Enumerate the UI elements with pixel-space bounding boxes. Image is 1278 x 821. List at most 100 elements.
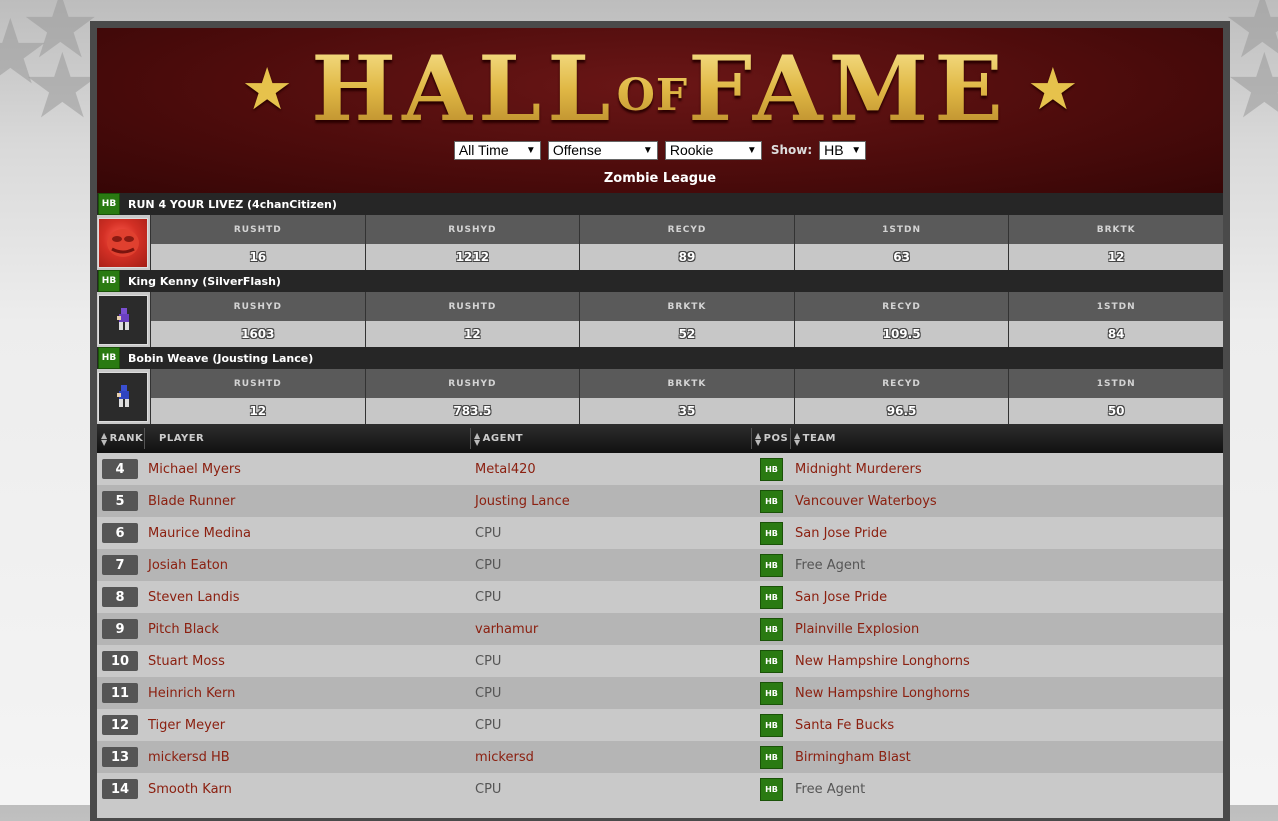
position-badge: HB: [760, 522, 783, 545]
stat-value: 1212: [365, 244, 580, 270]
sort-icon: ▲ ▼: [101, 430, 108, 447]
player-avatar[interactable]: [98, 218, 148, 268]
team-column-header[interactable]: ▲ ▼ TEAM: [794, 424, 836, 453]
hall-of-fame-table: 4 Michael Myers Metal420 HB Midnight Murdere…: [97, 453, 1223, 805]
star-icon: ★: [241, 55, 294, 123]
period-select[interactable]: All Time ▼: [453, 140, 541, 160]
agent-link[interactable]: Jousting Lance: [475, 485, 570, 517]
team-text: Free Agent: [795, 781, 866, 797]
rank-column-header[interactable]: ▲ ▼ RANK: [101, 424, 143, 453]
player-link[interactable]: Stuart Moss: [148, 645, 225, 677]
table-row: 12 Tiger Meyer CPU HB Santa Fe Bucks: [97, 709, 1223, 741]
sort-icon: ▲ ▼: [794, 430, 801, 447]
top-player-card: HB King Kenny (SilverFlash) RUSHYD 1603 R…: [97, 270, 1223, 347]
agent-column-header[interactable]: ▲ ▼ AGENT: [474, 424, 523, 453]
stat-cell: BRKTK 12: [1008, 215, 1223, 270]
top-player-stats: RUSHTD 16 RUSHYD 1212 RECYD 89 1STDN 63 BRKT…: [150, 215, 1223, 270]
team-link[interactable]: Birmingham Blast: [795, 741, 911, 773]
pixel-player-icon: [117, 385, 129, 407]
pepe-face-icon: [107, 229, 139, 257]
agent-link[interactable]: Metal420: [475, 453, 536, 485]
stat-label: RUSHTD: [365, 292, 580, 321]
rank-badge: 5: [102, 491, 138, 511]
player-link[interactable]: Heinrich Kern: [148, 677, 235, 709]
type-select[interactable]: Rookie ▼: [664, 140, 762, 160]
team-link[interactable]: San Jose Pride: [795, 517, 887, 549]
stat-cell: 1STDN 84: [1008, 292, 1223, 347]
stat-label: RUSHYD: [151, 292, 365, 321]
stat-value: 12: [151, 398, 365, 424]
chevron-down-icon: ▼: [851, 144, 862, 156]
stat-cell: BRKTK 35: [579, 369, 794, 424]
position-badge: HB: [760, 586, 783, 609]
team-link[interactable]: New Hampshire Longhorns: [795, 645, 970, 677]
player-link[interactable]: Steven Landis: [148, 581, 240, 613]
team-link[interactable]: Vancouver Waterboys: [795, 485, 937, 517]
position-badge: HB: [760, 554, 783, 577]
agent-link[interactable]: varhamur: [475, 613, 538, 645]
table-row: 9 Pitch Black varhamur HB Plainville Explosi…: [97, 613, 1223, 645]
player-link[interactable]: Maurice Medina: [148, 517, 251, 549]
team-link[interactable]: Midnight Murderers: [795, 453, 922, 485]
rank-badge: 12: [102, 715, 138, 735]
table-header: ▲ ▼ RANK PLAYER ▲ ▼ AGENT ▲ ▼ POS ▲ ▼ TEAM: [97, 424, 1223, 453]
category-select[interactable]: Offense ▼: [547, 140, 658, 160]
stat-label: RECYD: [580, 215, 794, 244]
stat-label: 1STDN: [1009, 369, 1223, 398]
chevron-down-icon: ▼: [746, 144, 757, 156]
stat-value: 52: [580, 321, 794, 347]
position-badge: HB: [98, 347, 120, 369]
player-link[interactable]: Blade Runner: [148, 485, 235, 517]
agent-text: CPU: [475, 653, 502, 669]
stat-cell: RUSHYD 1212: [364, 215, 580, 270]
stat-cell: RECYD 96.5: [793, 369, 1009, 424]
stat-value: 1603: [151, 321, 365, 347]
background-star-icon: ★: [1224, 34, 1278, 139]
player-link[interactable]: mickersd HB: [148, 741, 230, 773]
stat-label: RECYD: [794, 369, 1009, 398]
agent-link[interactable]: mickersd: [475, 741, 534, 773]
table-row: 10 Stuart Moss CPU HB New Hampshire Longhorn…: [97, 645, 1223, 677]
stat-label: RUSHTD: [151, 215, 365, 244]
player-link[interactable]: Josiah Eaton: [148, 549, 228, 581]
star-icon: ★: [1026, 55, 1079, 123]
agent-text: CPU: [475, 717, 502, 733]
top-player-header: HB RUN 4 YOUR LIVEZ (4chanCitizen): [97, 193, 1223, 215]
position-badge: HB: [760, 682, 783, 705]
sort-icon: ▲ ▼: [474, 430, 481, 447]
top-player-name[interactable]: RUN 4 YOUR LIVEZ (4chanCitizen): [128, 198, 337, 211]
player-link[interactable]: Michael Myers: [148, 453, 241, 485]
player-avatar[interactable]: [98, 372, 148, 422]
player-link[interactable]: Tiger Meyer: [148, 709, 225, 741]
player-link[interactable]: Pitch Black: [148, 613, 219, 645]
player-avatar[interactable]: [98, 295, 148, 345]
type-select-value: Rookie: [669, 142, 714, 158]
top-player-name[interactable]: King Kenny (SilverFlash): [128, 275, 281, 288]
position-select[interactable]: HB ▼: [819, 140, 867, 160]
stat-cell: RECYD 89: [579, 215, 794, 270]
stat-cell: 1STDN 50: [1008, 369, 1223, 424]
title-of: OF: [616, 70, 689, 121]
top-player-name[interactable]: Bobin Weave (Jousting Lance): [128, 352, 313, 365]
player-link[interactable]: Smooth Karn: [148, 773, 232, 805]
rank-badge: 10: [102, 651, 138, 671]
team-link[interactable]: Plainville Explosion: [795, 613, 919, 645]
stat-cell: BRKTK 52: [579, 292, 794, 347]
player-column-label: PLAYER: [159, 433, 205, 444]
pos-column-header[interactable]: ▲ ▼ POS: [755, 424, 788, 453]
table-row: 8 Steven Landis CPU HB San Jose Pride: [97, 581, 1223, 613]
team-link[interactable]: Santa Fe Bucks: [795, 709, 894, 741]
table-row: 14 Smooth Karn CPU HB Free Agent: [97, 773, 1223, 805]
team-link[interactable]: New Hampshire Longhorns: [795, 677, 970, 709]
position-badge: HB: [760, 714, 783, 737]
stat-value: 12: [365, 321, 580, 347]
position-badge: HB: [760, 458, 783, 481]
stat-cell: RUSHYD 783.5: [364, 369, 580, 424]
team-link[interactable]: San Jose Pride: [795, 581, 887, 613]
column-divider: [470, 428, 471, 449]
team-text: Free Agent: [795, 557, 866, 573]
agent-text: CPU: [475, 781, 502, 797]
title-fame: FAME: [688, 36, 1009, 142]
column-divider: [751, 428, 752, 449]
agent-text: CPU: [475, 685, 502, 701]
